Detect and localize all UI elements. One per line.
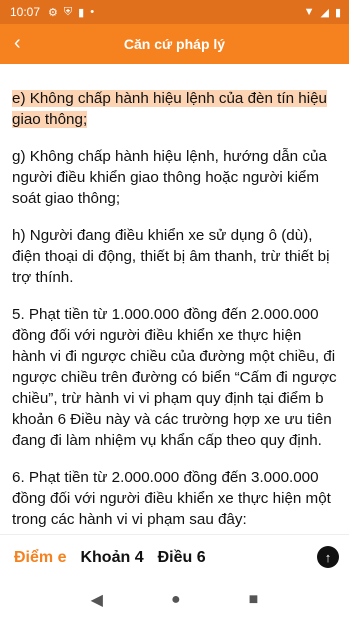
wifi-icon: ▼	[303, 6, 315, 18]
paragraph-6: 6. Phạt tiền từ 2.000.000 đồng đến 3.000…	[12, 469, 331, 528]
shield-icon: ⛨	[63, 5, 73, 18]
paragraph-g: g) Không chấp hành hiệu lệnh, hướng dẫn …	[12, 148, 327, 207]
sim-icon: ▮	[78, 6, 85, 19]
highlighted-text: e) Không chấp hành hiệu lệnh của đèn tín…	[12, 90, 327, 128]
page-title: Căn cứ pháp lý	[123, 36, 226, 52]
tab-dieu-6[interactable]: Điều 6	[158, 549, 206, 567]
paragraph-5: 5. Phạt tiền từ 1.000.000 đồng đến 2.000…	[12, 306, 337, 449]
app-bar: ‹ Căn cứ pháp lý	[0, 24, 349, 64]
bottom-bar: Điểm e Khoản 4 Điều 6 ↑	[0, 534, 349, 581]
back-icon[interactable]: ‹	[14, 32, 21, 54]
paragraph-e: e) Không chấp hành hiệu lệnh của đèn tín…	[12, 88, 337, 130]
tab-khoan-4[interactable]: Khoản 4	[80, 549, 143, 567]
dot-icon: •	[90, 5, 95, 18]
arrow-up-icon[interactable]: ↑	[317, 546, 339, 568]
paragraph-h: h) Người đang điều khiển xe sử dụng ô (d…	[12, 227, 330, 286]
status-left-icons: ⚙ ⛨ ▮ •	[48, 6, 94, 19]
system-nav-bar: ◀ ● ■	[0, 580, 349, 620]
tab-diem-e[interactable]: Điểm e	[14, 549, 66, 567]
status-bar: 10:07 ⚙ ⛨ ▮ • ▼ ◢ ▮	[0, 0, 349, 24]
status-right-icons: ▼ ◢ ▮	[304, 6, 341, 19]
gear-icon: ⚙	[48, 6, 58, 19]
nav-recents-icon[interactable]: ■	[249, 591, 259, 609]
status-time: 10:07	[10, 5, 41, 19]
content-area[interactable]: e) Không chấp hành hiệu lệnh của đèn tín…	[0, 64, 349, 534]
battery-icon: ▮	[334, 6, 341, 19]
nav-back-icon[interactable]: ◀	[91, 590, 103, 610]
signal-icon: ◢	[320, 6, 329, 19]
nav-home-icon[interactable]: ●	[171, 591, 181, 609]
